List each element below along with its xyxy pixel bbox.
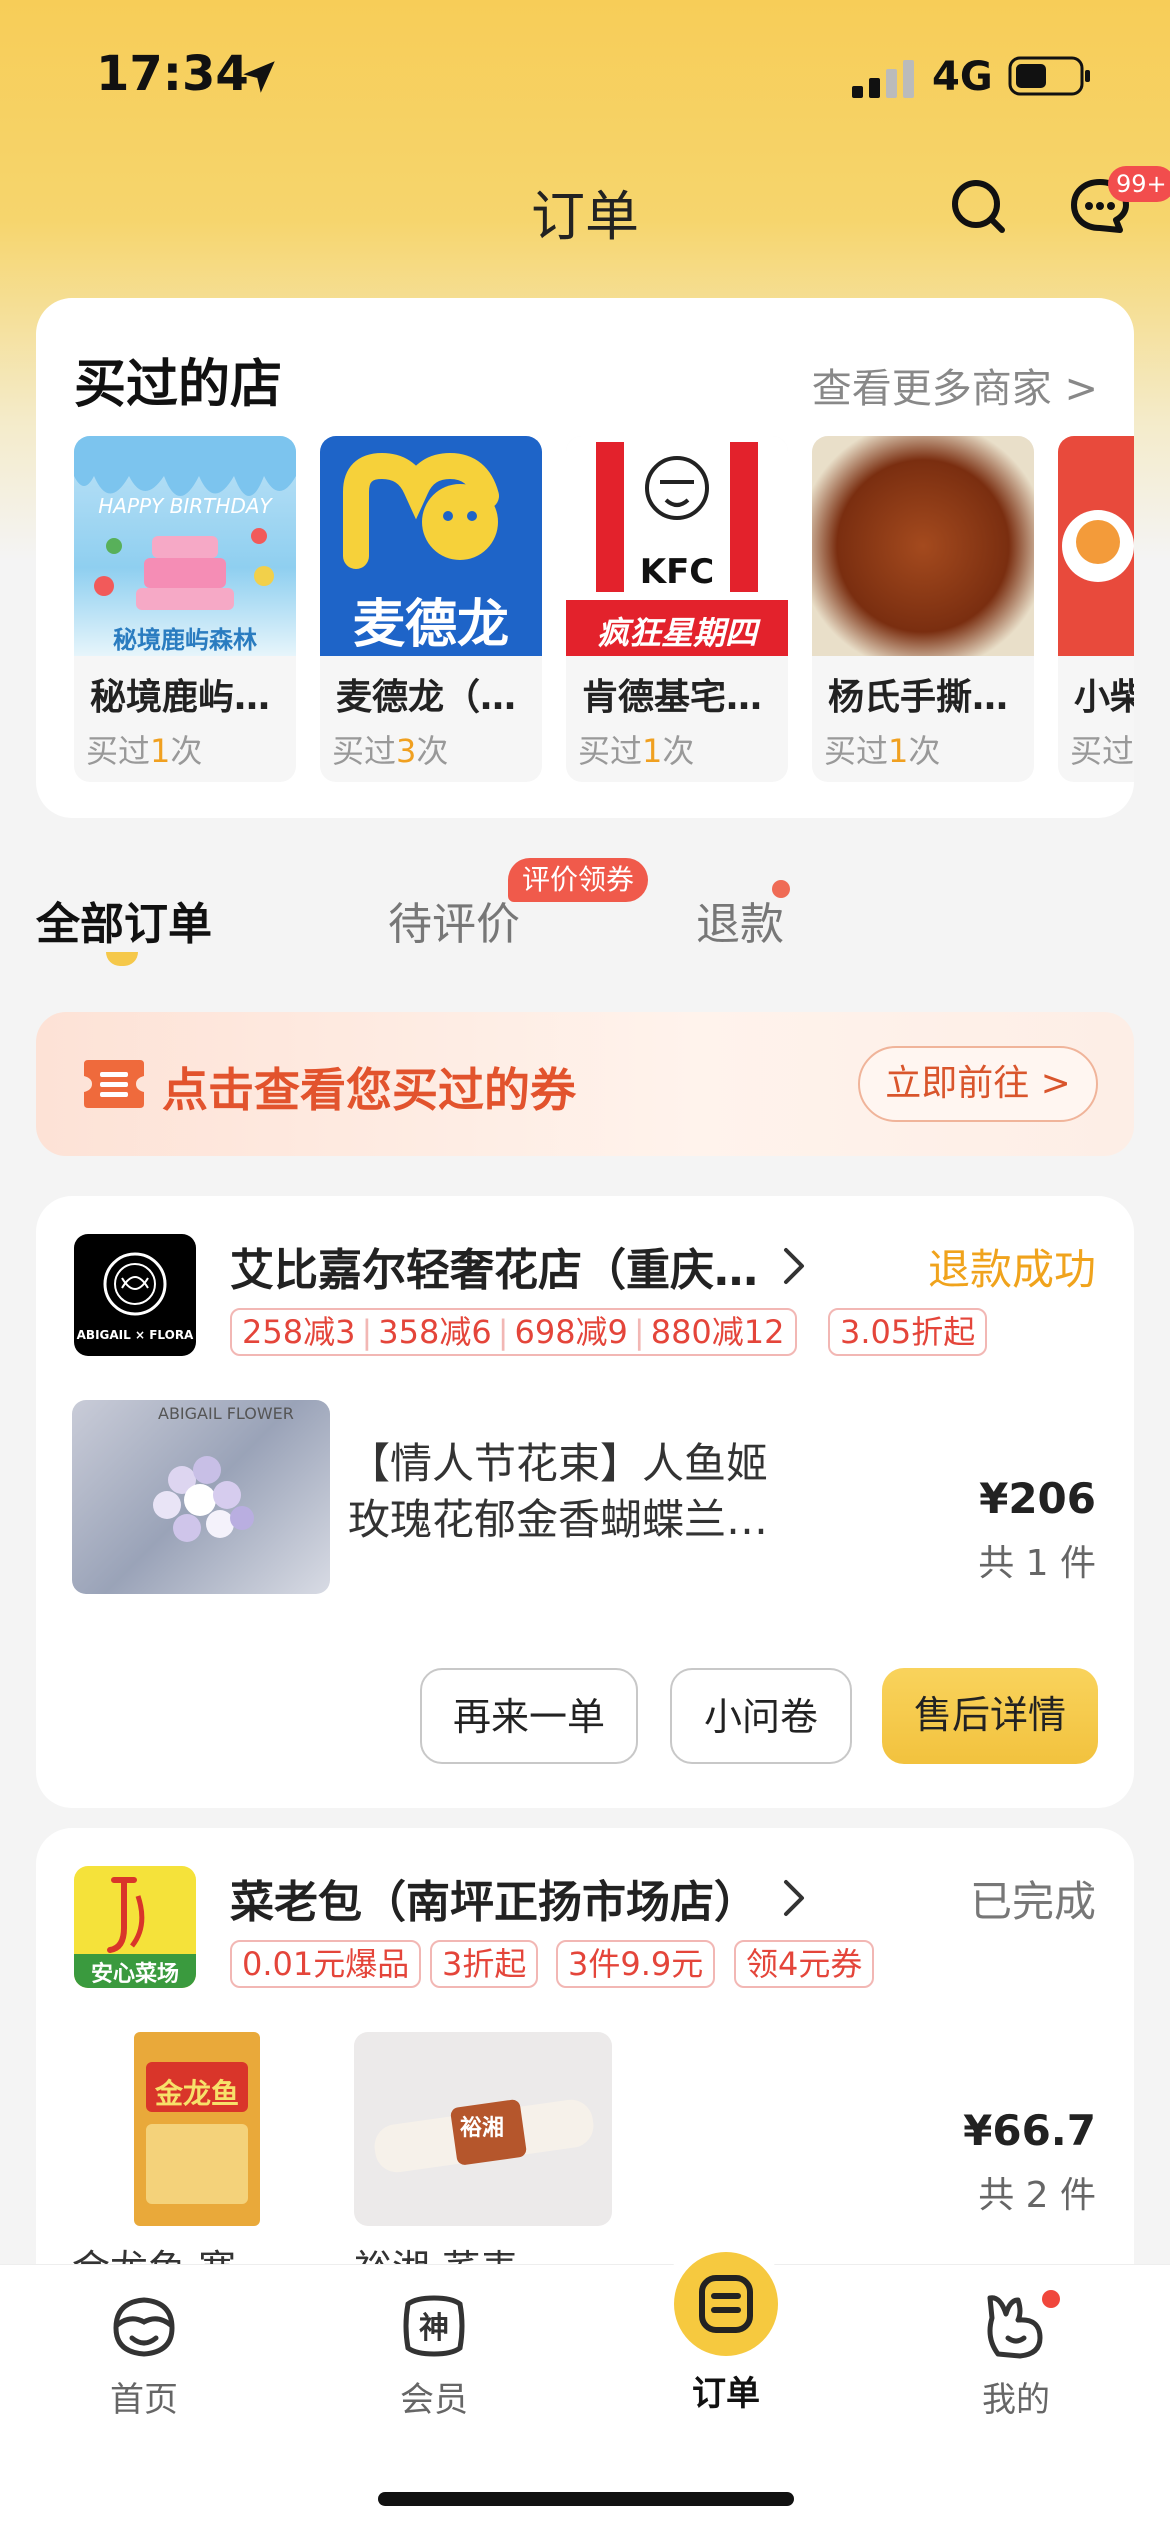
nav-label: 会员 <box>400 2380 468 2420</box>
store-bought-count: 买过1次 <box>578 732 695 770</box>
member-shen-icon: 神 <box>403 2295 465 2357</box>
bought-stores-title: 买过的店 <box>74 355 283 415</box>
coupon-banner-text: 点击查看您买过的券 <box>162 1063 576 1117</box>
promo-tag: 258减3 | 358减6 | 698减9 | 880减12 <box>230 1308 797 1356</box>
store-name: 小柴 <box>1074 677 1134 718</box>
order-list-icon <box>699 2275 753 2333</box>
promo-tag: 3.05折起 <box>828 1308 988 1356</box>
shop-name[interactable]: 艾比嘉尔轻奢花店（重庆… <box>230 1234 770 1298</box>
promo-tag: 领4元券 <box>734 1940 875 1988</box>
store-tile[interactable]: 小柴 买过 <box>1058 436 1134 782</box>
chevron-right-icon[interactable] <box>780 1878 808 1918</box>
promo-tag: 3件9.9元 <box>556 1940 716 1988</box>
store-image: KFC 疯狂星期四 <box>566 436 788 656</box>
order-status: 退款成功 <box>927 1245 1096 1294</box>
chevron-right-icon[interactable] <box>780 1246 808 1286</box>
shop-logo[interactable]: 安心菜场 <box>74 1866 196 1988</box>
tab-pending-review[interactable]: 待评价 <box>388 888 520 952</box>
store-bought-count: 买过1次 <box>86 732 203 770</box>
view-more-stores-link[interactable]: 查看更多商家 > <box>812 356 1098 414</box>
tab-refund[interactable]: 退款 <box>696 888 784 952</box>
nav-home[interactable]: 首页 <box>64 2288 224 2421</box>
store-bought-count: 买过3次 <box>332 732 449 770</box>
product-image[interactable]: ABIGAIL FLOWER <box>72 1400 330 1594</box>
store-bought-count: 买过 <box>1070 732 1134 770</box>
status-bar: 17:34 4G <box>0 0 1170 150</box>
message-badge: 99+ <box>1108 166 1170 202</box>
survey-button[interactable]: 小问卷 <box>670 1668 852 1764</box>
store-image-text: 麦德龙 <box>352 595 509 655</box>
store-name: 肯德基宅… <box>582 677 763 718</box>
store-image: HAPPY BIRTHDAY 秘境鹿屿森林 <box>74 436 296 656</box>
order-price: ¥206 <box>979 1474 1096 1523</box>
nav-label: 我的 <box>982 2380 1050 2420</box>
home-face-icon <box>113 2297 175 2357</box>
order-quantity: 共 2 件 <box>978 2175 1096 2216</box>
store-image-text: KFC <box>639 552 715 592</box>
product-image[interactable]: 裕湘 <box>354 2032 612 2226</box>
coupon-icon <box>84 1060 144 1108</box>
store-tile[interactable]: HAPPY BIRTHDAY 秘境鹿屿森林 秘境鹿屿… 买过1次 <box>74 436 296 782</box>
store-tile[interactable]: 麦德龙 麦德龙（… 买过3次 <box>320 436 542 782</box>
shop-logo-text: ABIGAIL × FLORA <box>76 1328 194 1342</box>
nav-label: 首页 <box>110 2380 178 2420</box>
shop-logo-text: 安心菜场 <box>90 1962 179 1987</box>
location-arrow-icon <box>243 61 275 93</box>
order-quantity: 共 1 件 <box>978 1543 1096 1584</box>
bought-stores-card: 买过的店 查看更多商家 > HAPPY BIRTHDAY 秘境鹿屿森林 秘境鹿屿… <box>36 298 1134 818</box>
svg-text:神: 神 <box>419 2311 449 2346</box>
after-sales-button[interactable]: 售后详情 <box>882 1668 1098 1764</box>
order-status: 已完成 <box>969 1877 1096 1926</box>
product-image[interactable]: 金龙鱼 <box>72 2032 330 2226</box>
store-bought-count: 买过1次 <box>824 732 941 770</box>
store-image-caption: 疯狂星期四 <box>596 614 757 652</box>
product-title[interactable]: 【情人节花束】人鱼姬玫瑰花郁金香蝴蝶兰… <box>348 1436 808 1548</box>
review-coupon-badge: 评价领券 <box>508 858 649 902</box>
profile-notification-dot <box>1042 2290 1060 2308</box>
coupon-banner[interactable]: 点击查看您买过的券 立即前往 > <box>36 1012 1134 1156</box>
store-name: 麦德龙（… <box>336 677 517 718</box>
store-tile[interactable]: 杨氏手撕… 买过1次 <box>812 436 1034 782</box>
network-type: 4G <box>932 54 993 100</box>
order-card: ABIGAIL × FLORA 艾比嘉尔轻奢花店（重庆… 退款成功 258减3 |… <box>36 1196 1134 1808</box>
order-price: ¥66.7 <box>963 2106 1096 2155</box>
store-image: 麦德龙 <box>320 436 542 656</box>
shop-name[interactable]: 菜老包（南坪正扬市场店） <box>230 1866 770 1930</box>
status-time: 17:34 <box>96 46 249 102</box>
store-tile[interactable]: KFC 疯狂星期四 肯德基宅… 买过1次 <box>566 436 788 782</box>
store-image <box>812 436 1034 656</box>
cellular-signal-icon <box>852 60 914 98</box>
nav-member[interactable]: 神 会员 <box>354 2288 514 2421</box>
product-image-text: 裕湘 <box>460 2116 505 2141</box>
product-image-text: 金龙鱼 <box>154 2077 239 2110</box>
nav-orders[interactable]: 订单 <box>646 2366 806 2415</box>
go-now-button[interactable]: 立即前往 > <box>858 1046 1098 1122</box>
product-image-text: ABIGAIL FLOWER <box>158 1404 294 1423</box>
store-name: 杨氏手撕… <box>828 677 1009 718</box>
promo-tag: 3折起 <box>430 1940 539 1988</box>
shop-logo[interactable]: ABIGAIL × FLORA <box>74 1234 196 1356</box>
store-image <box>1058 436 1134 656</box>
refund-notification-dot <box>772 880 790 898</box>
promo-tag: 0.01元爆品 <box>230 1940 422 1988</box>
store-name: 秘境鹿屿… <box>90 677 271 718</box>
search-icon[interactable] <box>948 176 1008 236</box>
home-indicator <box>378 2492 794 2506</box>
store-list: HAPPY BIRTHDAY 秘境鹿屿森林 秘境鹿屿… 买过1次 麦德龙 麦德龙… <box>74 436 1134 786</box>
store-image-text: HAPPY BIRTHDAY <box>98 494 272 518</box>
store-image-caption: 秘境鹿屿森林 <box>113 626 257 654</box>
nav-me[interactable]: 我的 <box>936 2288 1096 2421</box>
battery-icon <box>1008 56 1090 96</box>
nav-order-fab[interactable] <box>674 2252 778 2356</box>
reorder-button[interactable]: 再来一单 <box>420 1668 638 1764</box>
tab-all-orders[interactable]: 全部订单 <box>36 888 212 952</box>
nav-label: 订单 <box>692 2374 760 2414</box>
